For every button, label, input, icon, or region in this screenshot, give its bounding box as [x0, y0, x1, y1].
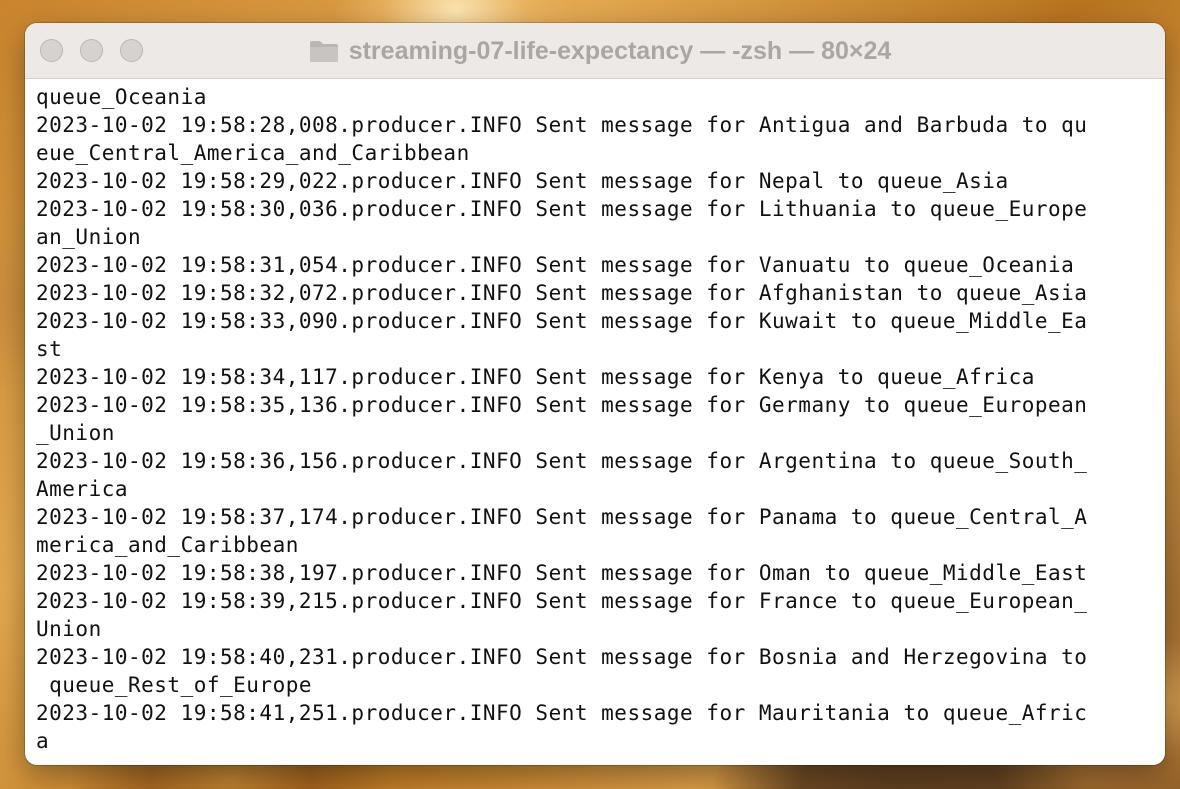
- terminal-line: 2023-10-02 19:58:40,231.producer.INFO Se…: [36, 645, 1088, 669]
- terminal-line: queue_Rest_of_Europe: [36, 673, 313, 697]
- terminal-line: an_Union: [36, 225, 142, 249]
- terminal-line: 2023-10-02 19:58:34,117.producer.INFO Se…: [36, 365, 1035, 389]
- terminal-line: 2023-10-02 19:58:35,136.producer.INFO Se…: [36, 393, 1088, 417]
- terminal-line: merica_and_Caribbean: [36, 533, 299, 557]
- terminal-line: 2023-10-02 19:58:28,008.producer.INFO Se…: [36, 113, 1088, 137]
- terminal-line: 2023-10-02 19:58:33,090.producer.INFO Se…: [36, 309, 1088, 333]
- terminal-line: 2023-10-02 19:58:41,251.producer.INFO Se…: [36, 701, 1088, 725]
- terminal-line: st: [36, 337, 63, 361]
- terminal-line: 2023-10-02 19:58:32,072.producer.INFO Se…: [36, 281, 1088, 305]
- terminal-line: eue_Central_America_and_Caribbean: [36, 141, 470, 165]
- terminal-line: America: [36, 477, 129, 501]
- folder-icon: [309, 41, 338, 62]
- window-title: streaming-07-life-expectancy — -zsh — 80…: [348, 36, 892, 65]
- terminal-window[interactable]: streaming-07-life-expectancy — -zsh — 80…: [25, 23, 1165, 765]
- terminal-line: 2023-10-02 19:58:31,054.producer.INFO Se…: [36, 253, 1075, 277]
- terminal-output[interactable]: queue_Oceania 2023-10-02 19:58:28,008.pro…: [25, 79, 1165, 755]
- terminal-line: queue_Oceania: [36, 85, 207, 109]
- terminal-line: 2023-10-02 19:58:29,022.producer.INFO Se…: [36, 169, 1009, 193]
- terminal-line: 2023-10-02 19:58:36,156.producer.INFO Se…: [36, 449, 1088, 473]
- window-title-group: streaming-07-life-expectancy — -zsh — 80…: [25, 23, 1165, 79]
- window-titlebar[interactable]: streaming-07-life-expectancy — -zsh — 80…: [25, 23, 1165, 79]
- terminal-line: 2023-10-02 19:58:38,197.producer.INFO Se…: [36, 561, 1088, 585]
- terminal-line: Union: [36, 617, 102, 641]
- terminal-line: 2023-10-02 19:58:37,174.producer.INFO Se…: [36, 505, 1088, 529]
- terminal-line: _Union: [36, 421, 115, 445]
- terminal-line: 2023-10-02 19:58:30,036.producer.INFO Se…: [36, 197, 1088, 221]
- terminal-line: 2023-10-02 19:58:39,215.producer.INFO Se…: [36, 589, 1088, 613]
- terminal-line: a: [36, 729, 50, 753]
